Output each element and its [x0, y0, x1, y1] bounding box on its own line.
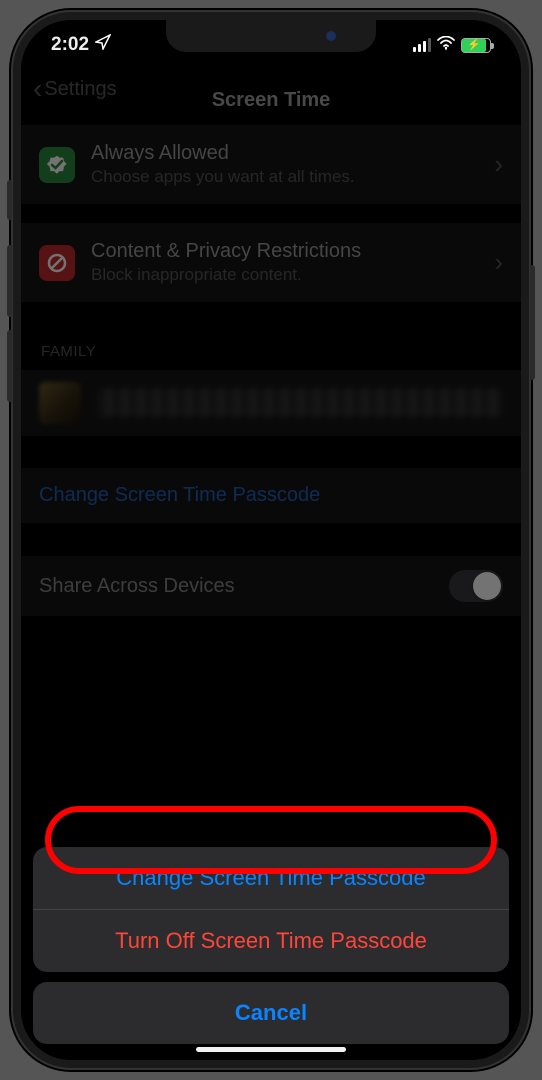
row-subtitle: Block inappropriate content. — [91, 265, 478, 285]
wifi-icon — [437, 34, 455, 56]
row-change-passcode[interactable]: Change Screen Time Passcode — [21, 468, 521, 524]
sheet-turn-off-passcode[interactable]: Turn Off Screen Time Passcode — [33, 910, 509, 972]
row-title: Content & Privacy Restrictions — [91, 240, 478, 263]
chevron-right-icon: › — [494, 149, 503, 180]
checkmark-badge-icon — [39, 147, 75, 183]
home-indicator[interactable] — [196, 1047, 346, 1052]
back-button[interactable]: ‹ Settings — [33, 75, 117, 103]
row-title: Share Across Devices — [39, 575, 235, 598]
cellular-icon — [413, 38, 431, 52]
sheet-cancel[interactable]: Cancel — [33, 982, 509, 1044]
row-title: Always Allowed — [91, 142, 478, 165]
battery-icon: ⚡ — [461, 38, 491, 53]
row-subtitle: Choose apps you want at all times. — [91, 167, 478, 187]
nav-title: Screen Time — [212, 89, 331, 112]
chevron-left-icon: ‹ — [33, 75, 42, 103]
row-always-allowed[interactable]: Always Allowed Choose apps you want at a… — [21, 125, 521, 205]
toggle-switch[interactable] — [449, 570, 503, 602]
action-sheet: Change Screen Time Passcode Turn Off Scr… — [33, 847, 509, 1044]
row-share-across-devices[interactable]: Share Across Devices — [21, 556, 521, 616]
family-member-row[interactable] — [21, 370, 521, 436]
link-label: Change Screen Time Passcode — [39, 484, 503, 507]
row-content-privacy[interactable]: Content & Privacy Restrictions Block ina… — [21, 223, 521, 303]
status-time: 2:02 — [51, 34, 89, 56]
section-header-family: FAMILY — [21, 303, 521, 370]
family-member-name-redacted — [97, 389, 503, 417]
location-icon — [95, 34, 111, 56]
back-label: Settings — [44, 78, 116, 101]
sheet-change-passcode[interactable]: Change Screen Time Passcode — [33, 847, 509, 910]
prohibited-icon — [39, 245, 75, 281]
avatar — [39, 382, 81, 424]
chevron-right-icon: › — [494, 247, 503, 278]
